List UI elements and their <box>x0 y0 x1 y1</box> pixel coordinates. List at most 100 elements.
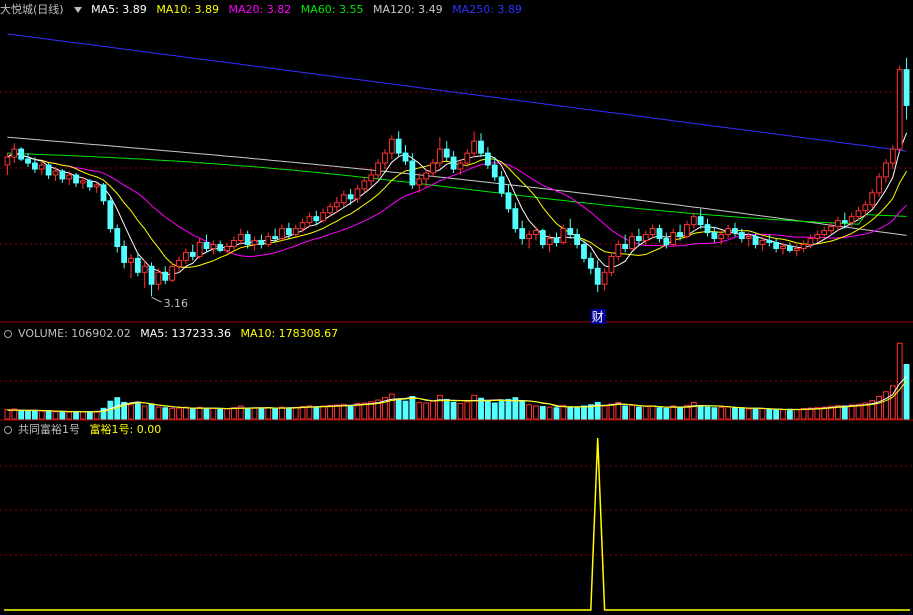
volume-bar <box>279 406 285 420</box>
volume-bar <box>601 405 608 420</box>
volume-bar <box>519 400 526 420</box>
volume-bar <box>38 410 45 420</box>
candle <box>25 158 31 164</box>
volume-bar <box>732 407 738 420</box>
price-chart: 3.16 财 <box>0 33 913 611</box>
candle <box>416 178 423 186</box>
volume-bar <box>780 409 786 420</box>
candle <box>649 228 656 236</box>
candle <box>684 224 690 238</box>
candle <box>738 232 745 240</box>
candle <box>629 236 635 249</box>
candle <box>134 257 141 273</box>
candle <box>258 240 265 245</box>
volume-bar <box>478 397 484 420</box>
volume-bar <box>134 403 141 420</box>
candle <box>18 148 25 160</box>
ma5-line <box>7 132 908 276</box>
candle <box>361 180 368 190</box>
candle <box>333 202 340 208</box>
volume-bar <box>251 407 258 420</box>
candle <box>320 212 327 222</box>
candle <box>546 238 553 245</box>
volume-bar <box>210 407 217 420</box>
candle <box>121 245 128 263</box>
candle <box>59 170 66 180</box>
candle <box>526 234 532 240</box>
volume-label: VOLUME: 106902.02 <box>18 327 131 340</box>
volume-bar <box>649 405 656 420</box>
indicator-line <box>4 437 910 611</box>
candle <box>395 138 402 154</box>
candle <box>759 240 766 245</box>
low-annotation: 3.16 <box>164 297 189 310</box>
candle <box>436 148 443 164</box>
candle <box>512 208 519 230</box>
candle <box>292 228 299 236</box>
volume-bar <box>697 405 704 420</box>
dropdown-icon[interactable] <box>73 7 82 13</box>
volume-bar <box>690 401 697 420</box>
volume-bar <box>436 394 443 420</box>
candle <box>704 224 711 234</box>
candle <box>889 148 896 164</box>
volume-bar <box>759 408 766 420</box>
candle <box>560 228 567 244</box>
volume-bar <box>725 406 732 420</box>
candle <box>382 152 388 164</box>
volume-bar <box>752 408 759 420</box>
symbol-label[interactable]: 大悦城(日线) <box>0 3 64 16</box>
volume-bar <box>745 408 752 420</box>
candle <box>732 228 738 234</box>
volume-bar <box>203 408 210 420</box>
volume-ma10-label: MA10: 178308.67 <box>240 327 339 340</box>
volume-bar <box>196 406 203 420</box>
volume-bar <box>80 411 86 420</box>
candle <box>594 267 601 285</box>
candle <box>587 257 594 269</box>
candle <box>622 243 629 249</box>
volume-bar <box>347 404 354 420</box>
candle <box>203 242 210 249</box>
volume-bar <box>450 401 457 420</box>
candle <box>347 194 354 200</box>
candle <box>484 152 491 166</box>
volume-bar <box>31 410 38 420</box>
candle <box>670 232 677 245</box>
volume-bar <box>299 406 306 420</box>
candle <box>375 162 381 176</box>
candle <box>821 230 828 236</box>
volume-bar <box>18 410 25 420</box>
volume-bar <box>608 403 615 420</box>
settings-icon[interactable] <box>4 426 12 434</box>
candle <box>635 236 642 242</box>
candle <box>780 245 786 249</box>
volume-bar <box>677 407 683 420</box>
ma20-label: MA20: 3.82 <box>228 3 292 16</box>
volume-header: VOLUME: 106902.02 MA5: 137233.36 MA10: 1… <box>0 326 344 342</box>
candle <box>519 228 526 240</box>
candle <box>38 164 45 170</box>
settings-icon[interactable] <box>4 330 12 338</box>
candle <box>423 172 430 180</box>
indicator-name: 共同富裕1号 <box>18 423 80 436</box>
volume-bar <box>354 403 361 420</box>
candle <box>786 245 793 251</box>
volume-bar <box>526 404 532 420</box>
candle <box>862 204 869 212</box>
candle <box>869 192 876 206</box>
volume-bar <box>320 405 327 420</box>
volume-bar <box>629 404 635 420</box>
candle <box>114 228 121 247</box>
volume-bar <box>244 407 251 420</box>
candle <box>443 148 450 158</box>
volume-bar <box>155 406 162 420</box>
candle <box>182 251 189 261</box>
volume-bar <box>560 404 567 420</box>
volume-bar <box>773 409 780 420</box>
volume-bar <box>402 400 409 420</box>
indicator-header: 共同富裕1号 富裕1号: 0.00 <box>0 422 167 438</box>
candle <box>766 240 773 244</box>
candle <box>52 170 59 176</box>
candle <box>285 228 292 236</box>
